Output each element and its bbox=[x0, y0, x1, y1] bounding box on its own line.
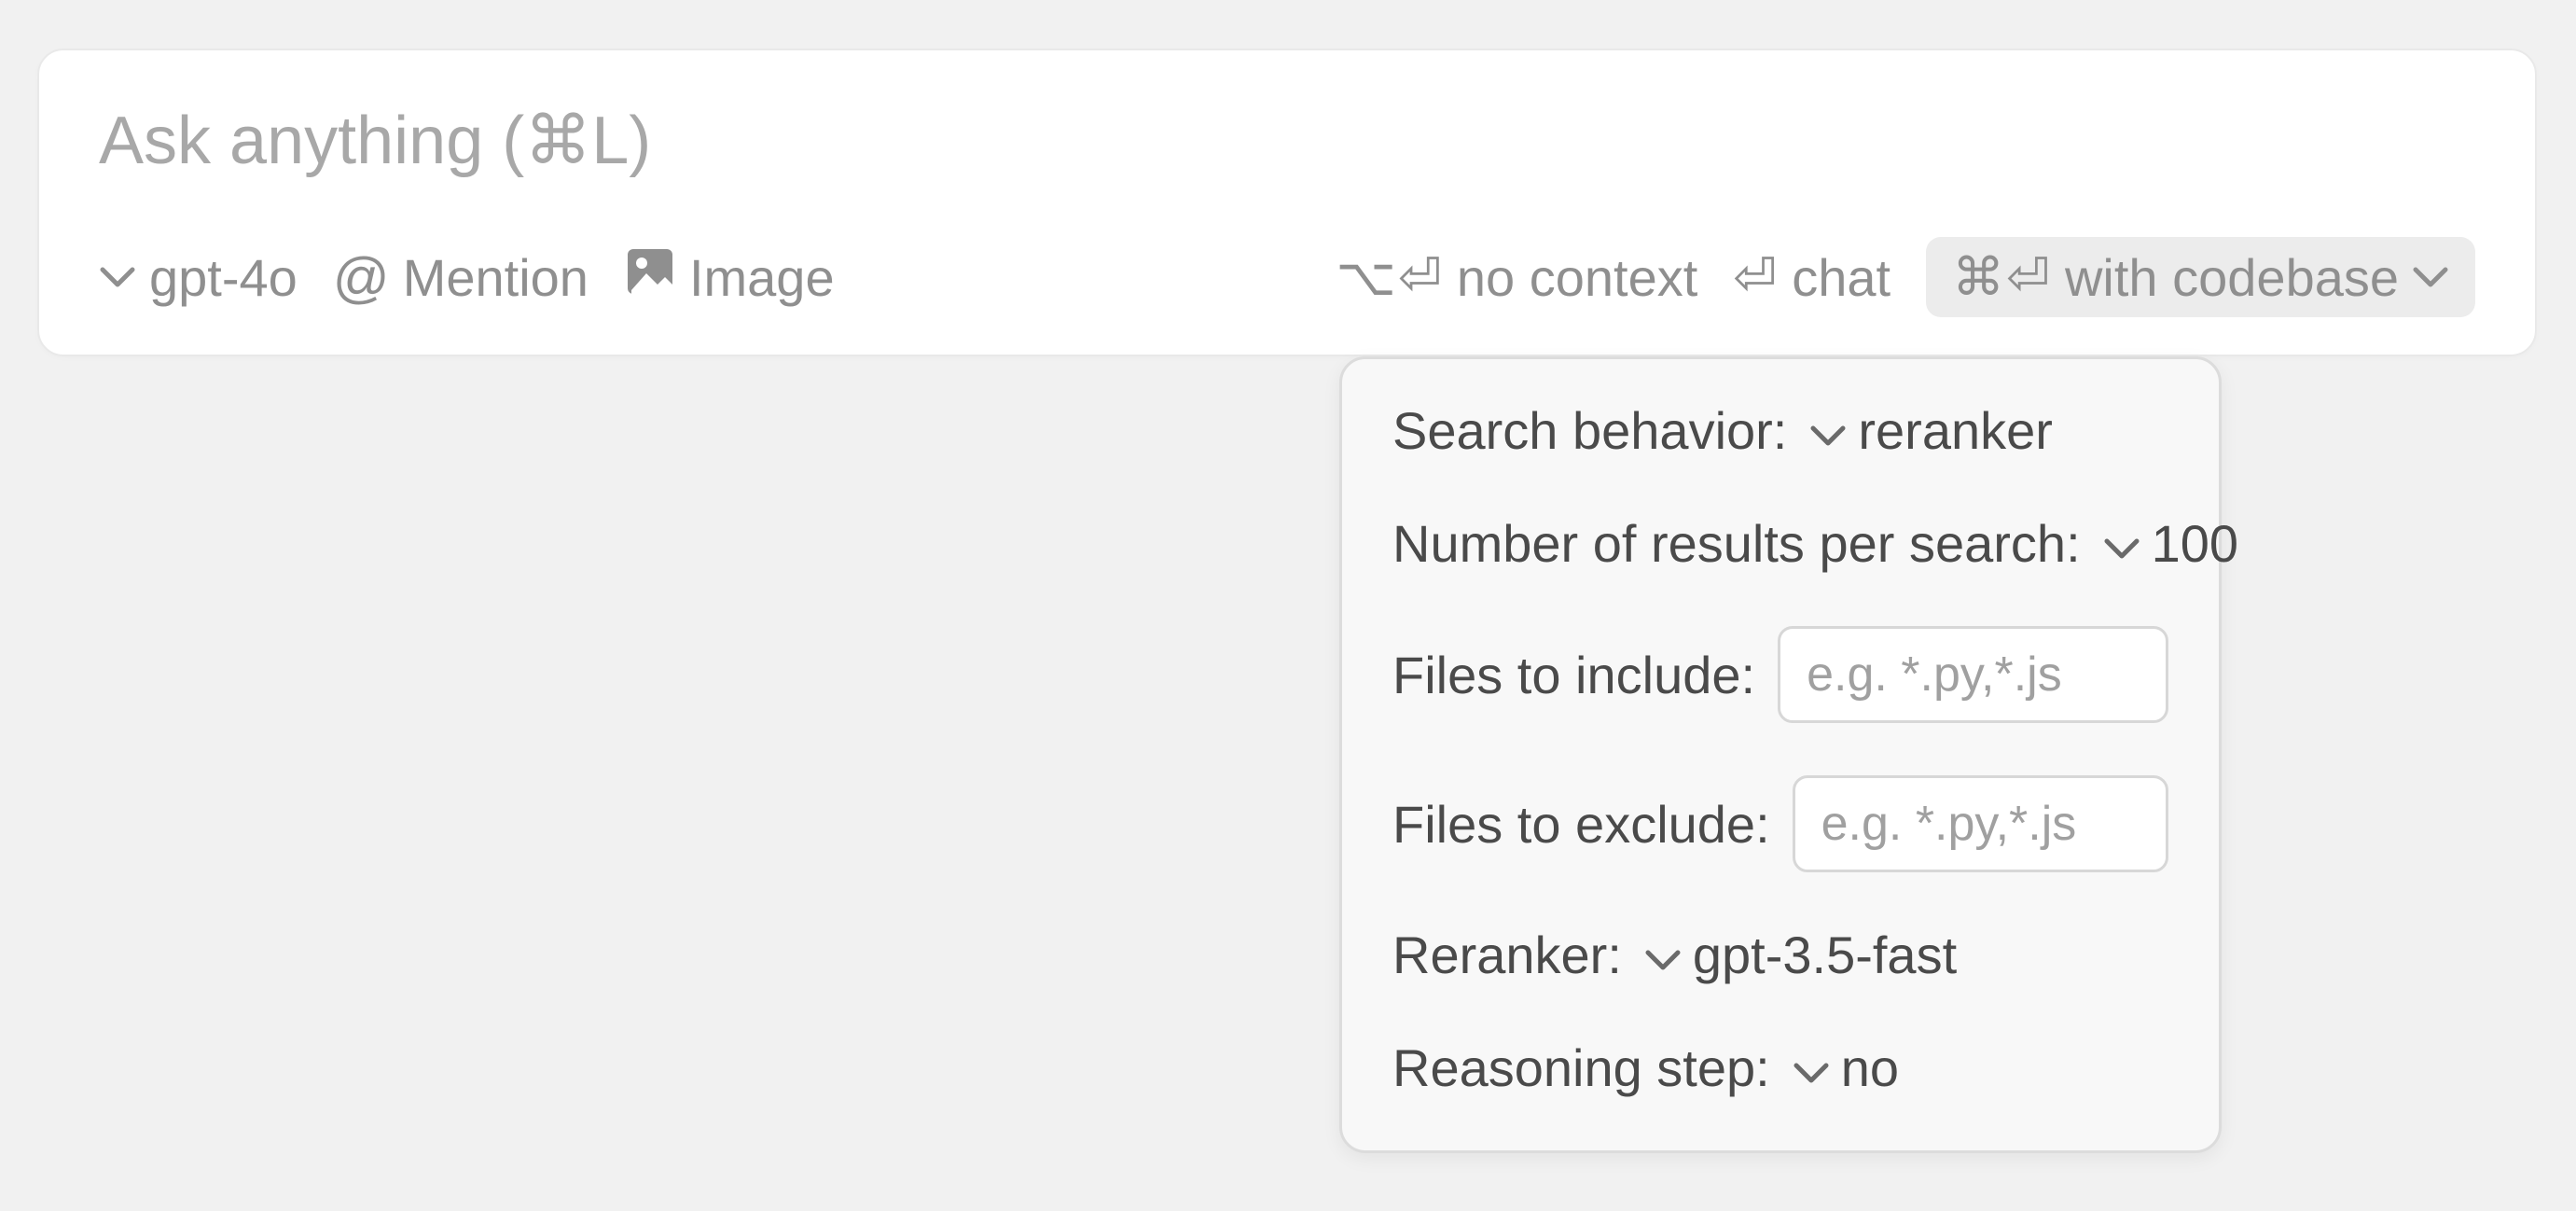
with-codebase-label: with codebase bbox=[2065, 247, 2399, 308]
search-behavior-value: reranker bbox=[1858, 400, 2053, 461]
reasoning-step-label: Reasoning step: bbox=[1392, 1037, 1770, 1098]
files-include-label: Files to include: bbox=[1392, 645, 1755, 705]
reranker-label: Reranker: bbox=[1392, 925, 1622, 985]
files-exclude-row: Files to exclude: bbox=[1392, 775, 2168, 872]
search-behavior-label: Search behavior: bbox=[1392, 400, 1787, 461]
files-exclude-input[interactable] bbox=[1793, 775, 2168, 872]
no-context-button[interactable]: ⌥⏎ no context bbox=[1336, 246, 1697, 308]
search-behavior-select[interactable]: reranker bbox=[1809, 400, 2053, 461]
results-per-search-row: Number of results per search: 100 bbox=[1392, 513, 2168, 574]
reasoning-step-value: no bbox=[1841, 1037, 1899, 1098]
files-include-input[interactable] bbox=[1778, 626, 2168, 723]
model-selector[interactable]: gpt-4o bbox=[99, 247, 298, 308]
prompt-card: gpt-4o @ Mention Image ⌥⏎ no bbox=[37, 49, 2537, 356]
chat-kbd: ⏎ bbox=[1733, 246, 1779, 308]
results-per-search-label: Number of results per search: bbox=[1392, 513, 2081, 574]
chevron-down-icon bbox=[2103, 513, 2140, 574]
chevron-down-icon bbox=[99, 264, 136, 290]
results-per-search-select[interactable]: 100 bbox=[2103, 513, 2238, 574]
image-button[interactable]: Image bbox=[624, 245, 835, 310]
with-codebase-button[interactable]: ⌘⏎ with codebase bbox=[1926, 237, 2475, 317]
reasoning-step-row: Reasoning step: no bbox=[1392, 1037, 2168, 1098]
chevron-down-icon bbox=[2412, 264, 2449, 290]
chat-label: chat bbox=[1792, 247, 1890, 308]
reranker-row: Reranker: gpt-3.5-fast bbox=[1392, 925, 2168, 985]
image-label: Image bbox=[689, 247, 835, 308]
no-context-kbd: ⌥⏎ bbox=[1336, 246, 1443, 308]
with-codebase-kbd: ⌘⏎ bbox=[1952, 246, 2052, 308]
files-include-row: Files to include: bbox=[1392, 626, 2168, 723]
no-context-label: no context bbox=[1457, 247, 1697, 308]
files-exclude-label: Files to exclude: bbox=[1392, 794, 1770, 855]
reranker-value: gpt-3.5-fast bbox=[1693, 925, 1957, 985]
mention-label: Mention bbox=[403, 247, 589, 308]
chevron-down-icon bbox=[1793, 1037, 1830, 1098]
chevron-down-icon bbox=[1809, 400, 1847, 461]
model-label: gpt-4o bbox=[149, 247, 298, 308]
mention-button[interactable]: @ Mention bbox=[333, 245, 589, 310]
reasoning-step-select[interactable]: no bbox=[1793, 1037, 1899, 1098]
search-behavior-row: Search behavior: reranker bbox=[1392, 400, 2168, 461]
prompt-toolbar: gpt-4o @ Mention Image ⌥⏎ no bbox=[99, 237, 2475, 317]
chat-button[interactable]: ⏎ chat bbox=[1733, 246, 1890, 308]
results-per-search-value: 100 bbox=[2152, 513, 2238, 574]
prompt-input[interactable] bbox=[99, 103, 2475, 179]
chevron-down-icon bbox=[1644, 925, 1682, 985]
at-icon: @ bbox=[333, 245, 390, 310]
reranker-select[interactable]: gpt-3.5-fast bbox=[1644, 925, 1957, 985]
image-icon bbox=[624, 245, 676, 310]
codebase-settings-panel: Search behavior: reranker Number of resu… bbox=[1339, 356, 2222, 1153]
